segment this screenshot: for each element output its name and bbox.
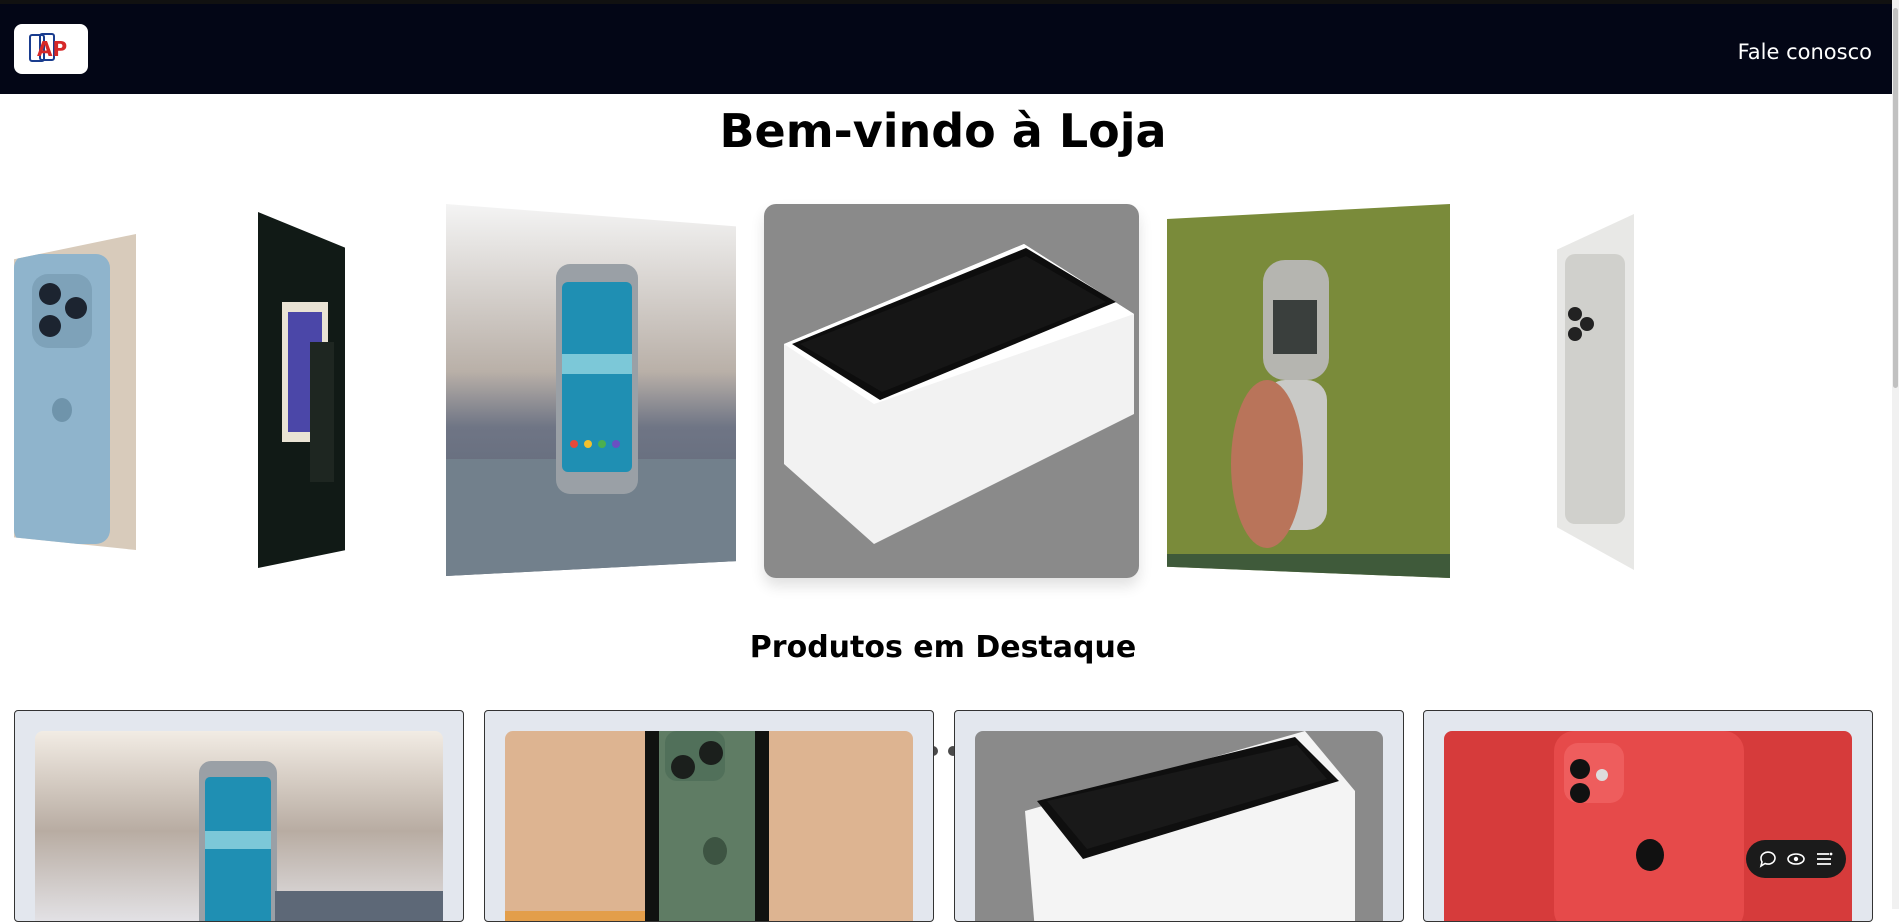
product-image[interactable] (505, 731, 913, 921)
carousel-slide[interactable] (446, 204, 736, 576)
carousel-slide[interactable] (258, 212, 345, 568)
menu-icon[interactable] (1814, 849, 1834, 869)
product-image[interactable] (975, 731, 1383, 921)
contact-link[interactable]: Fale conosco (1738, 40, 1872, 64)
product-card[interactable] (1423, 710, 1873, 922)
product-card[interactable] (484, 710, 934, 922)
carousel-slide[interactable] (1167, 204, 1450, 578)
product-image[interactable] (1444, 731, 1852, 921)
carousel-slide[interactable] (14, 234, 136, 550)
logo-icon: AP (29, 33, 67, 62)
product-carousel (0, 196, 1886, 756)
logo-text: AP (37, 37, 67, 61)
page-title: Bem-vindo à Loja (719, 104, 1167, 158)
product-card[interactable] (14, 710, 464, 922)
product-image[interactable] (35, 731, 443, 921)
chat-bubble-icon[interactable] (1758, 849, 1778, 869)
scrollbar-thumb[interactable] (1893, 8, 1898, 388)
featured-title: Produtos em Destaque (749, 630, 1137, 665)
eye-icon[interactable] (1786, 849, 1806, 869)
product-card[interactable] (954, 710, 1404, 922)
carousel-slide[interactable] (1557, 214, 1634, 570)
carousel-slide[interactable] (764, 204, 1139, 578)
floating-toolbar[interactable] (1746, 840, 1846, 878)
logo-link[interactable]: AP (14, 24, 88, 74)
navbar: AP Fale conosco (0, 4, 1892, 94)
